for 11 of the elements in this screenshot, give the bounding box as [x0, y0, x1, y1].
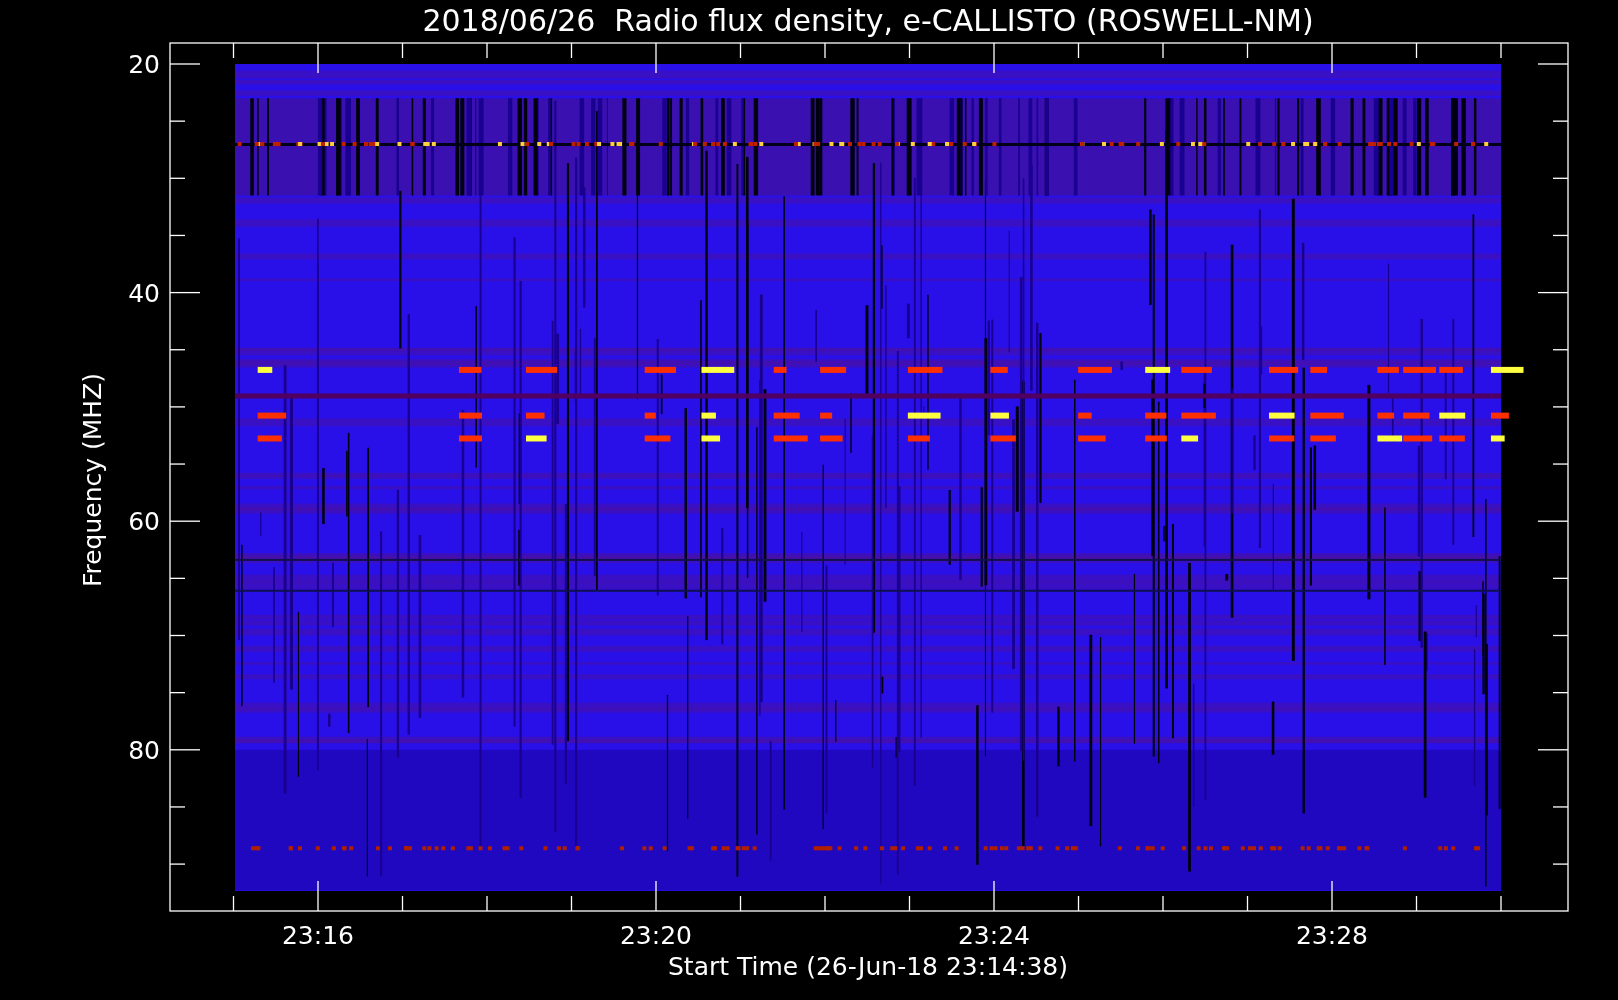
- x-tick-label: 23:24: [958, 921, 1030, 950]
- y-tick-label: 20: [128, 50, 160, 79]
- y-tick-label: 60: [128, 507, 160, 537]
- y-tick-label: 40: [128, 278, 160, 308]
- x-axis-label: Start Time (26-Jun-18 23:14:38): [668, 952, 1068, 981]
- x-tick-label: 23:20: [620, 921, 692, 950]
- y-tick-label: 80: [128, 735, 160, 765]
- y-axis-label: Frequency (MHZ): [78, 372, 107, 588]
- x-tick-label: 23:28: [1296, 921, 1368, 950]
- plot-title: 2018/06/26 Radio flux density, e-CALLISTO (ROSWELL-NM): [422, 3, 1314, 38]
- x-tick-label: 23:16: [282, 921, 354, 950]
